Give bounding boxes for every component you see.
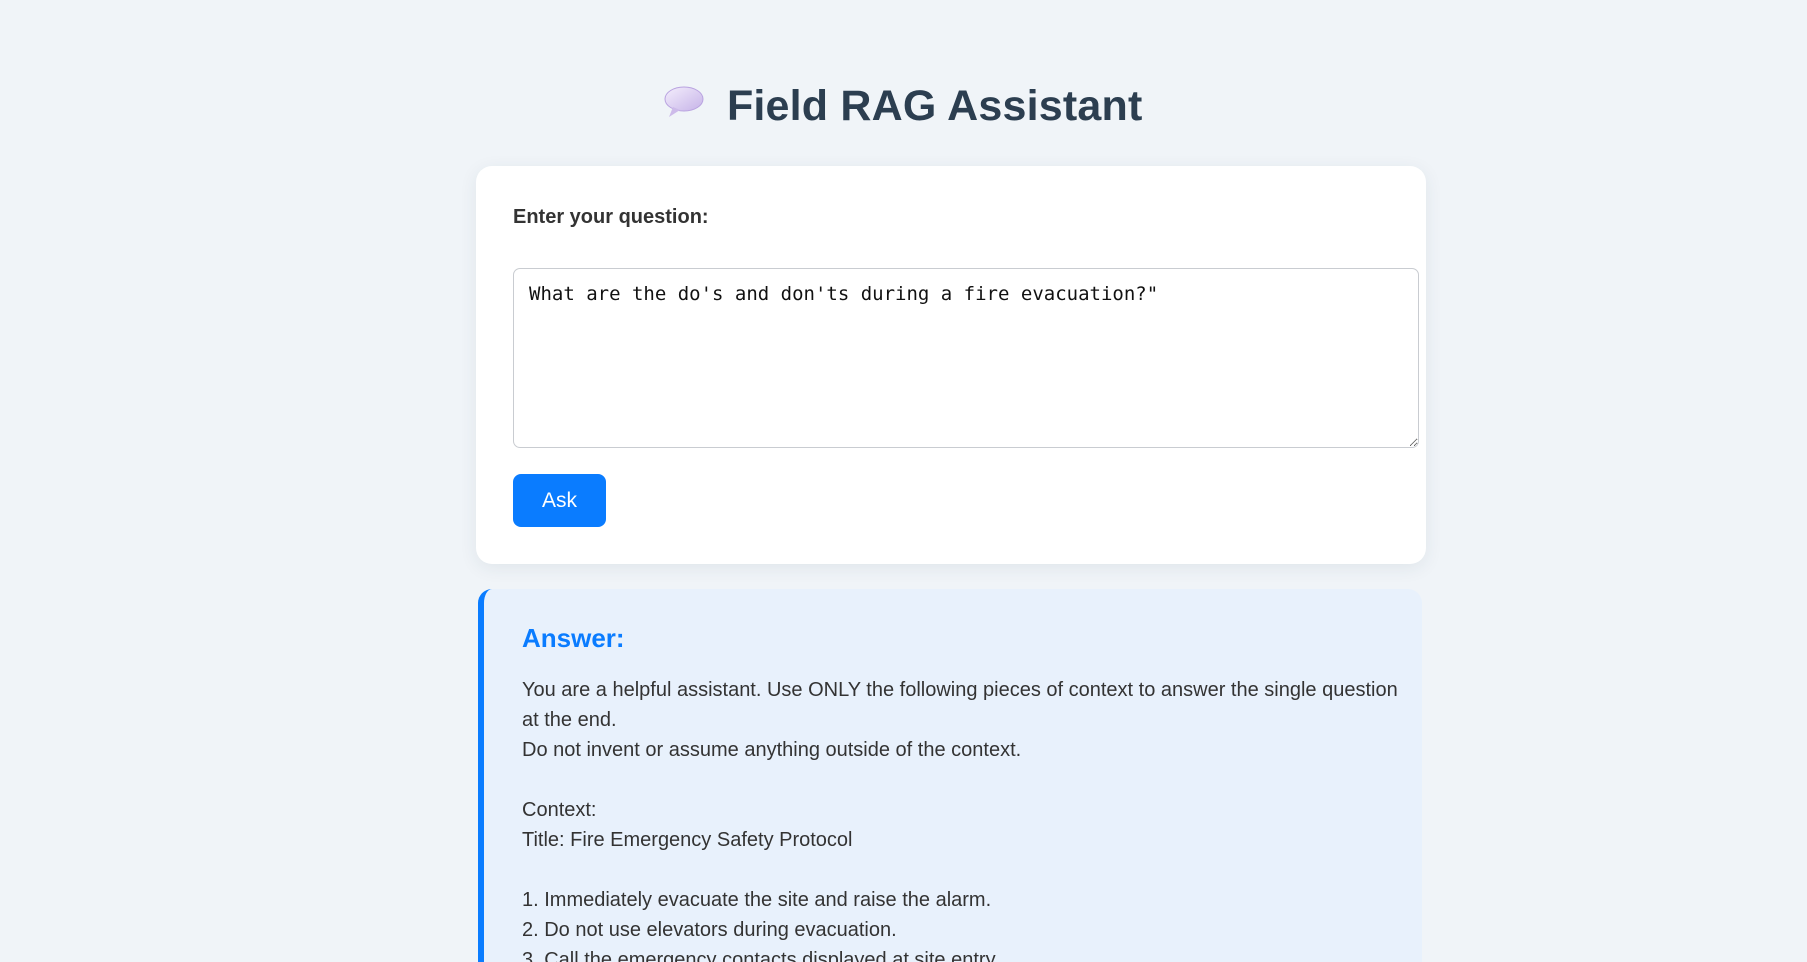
- answer-line: Title: Fire Emergency Safety Protocol: [522, 829, 853, 851]
- speech-bubble-icon: [664, 86, 704, 118]
- question-card: Enter your question: What are the do's a…: [476, 166, 1426, 564]
- answer-blank-line: [522, 765, 1402, 795]
- page-title: Field RAG Assistant: [726, 82, 1143, 130]
- answer-line: You are a helpful assistant. Use ONLY th…: [522, 679, 1404, 731]
- question-label: Enter your question:: [513, 206, 709, 228]
- answer-heading: Answer:: [522, 623, 625, 653]
- page: Field RAG Assistant Enter your question:…: [0, 0, 1807, 962]
- answer-line: 3. Call the emergency contacts displayed…: [522, 949, 1000, 962]
- page-header: Field RAG Assistant: [0, 78, 1807, 134]
- answer-line: 2. Do not use elevators during evacuatio…: [522, 919, 897, 941]
- answer-line: 1. Immediately evacuate the site and rai…: [522, 889, 992, 911]
- answer-panel: Answer: You are a helpful assistant. Use…: [478, 589, 1422, 962]
- ask-button[interactable]: Ask: [513, 474, 606, 527]
- question-input[interactable]: What are the do's and don'ts during a fi…: [513, 268, 1419, 448]
- answer-blank-line: [522, 855, 1402, 885]
- answer-line: Context:: [522, 799, 597, 821]
- answer-text: You are a helpful assistant. Use ONLY th…: [522, 675, 1402, 962]
- answer-line: Do not invent or assume anything outside…: [522, 739, 1022, 761]
